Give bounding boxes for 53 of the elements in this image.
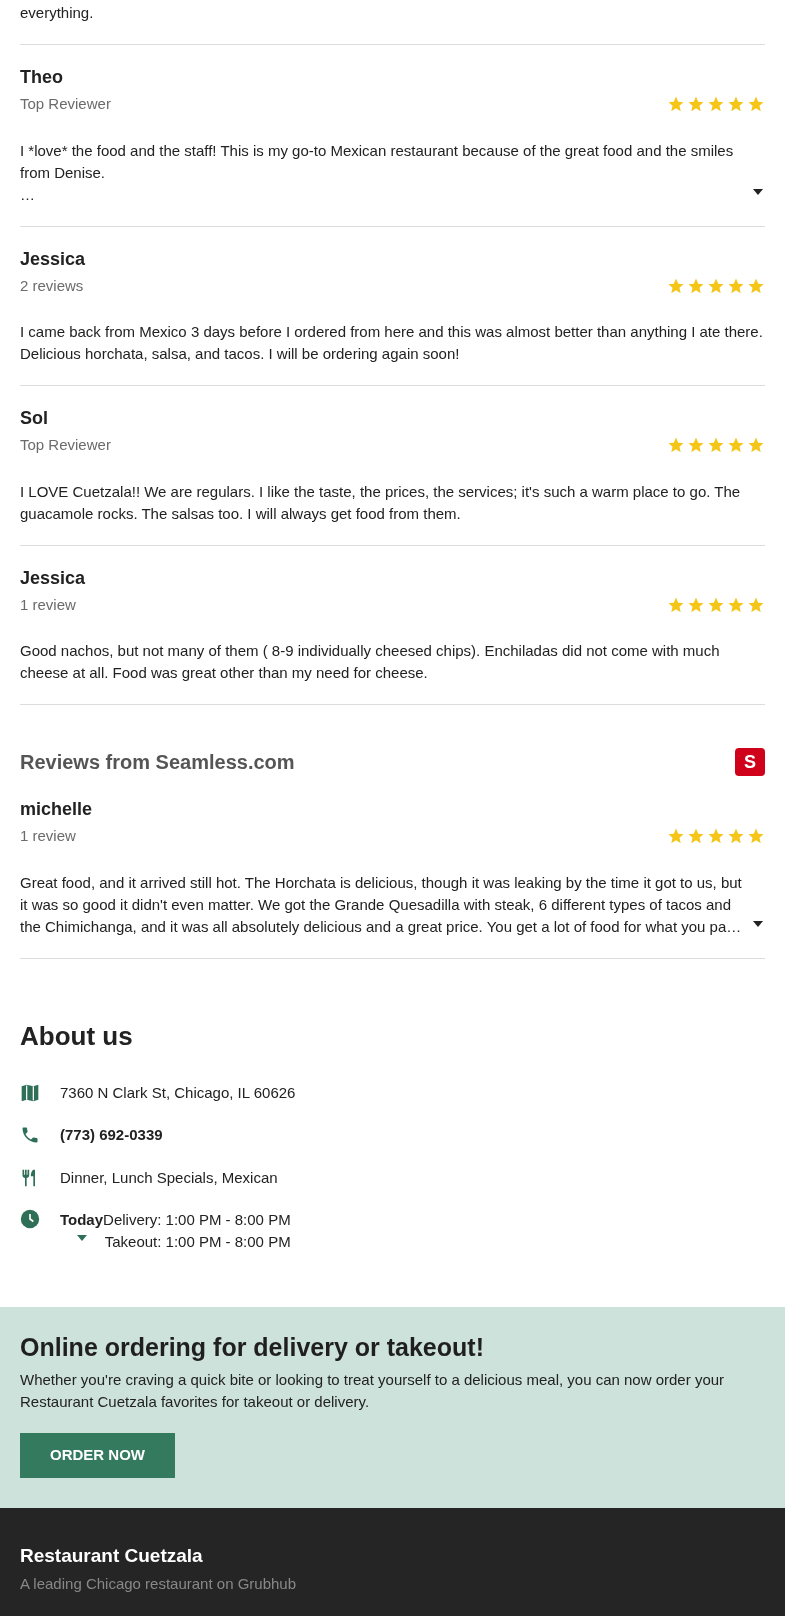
expand-button[interactable] [751,918,765,929]
review-text: I *love* the food and the staff! This is my go-to Mexican restaurant because of the great food and the smiles from Denise. [20,140,735,183]
hours-day: Today [60,1209,104,1231]
star-icon [667,827,685,846]
reviewer-name: Sol [20,407,49,430]
star-icon [727,827,745,846]
expand-button[interactable] [751,186,765,197]
star-icon [687,436,705,455]
reviewer-subtitle: 1 review [20,826,76,846]
star-icon [727,95,745,114]
promo-text: Whether you're craving a quick bite or looking to treat yourself to a delicious meal, you can now order your Restaurant Cuetzala favorites for takeout or delivery. [20,1370,726,1412]
caret-icon [76,1235,87,1241]
footer-title: Restaurant Cuetzala [20,1544,204,1568]
reviewer-name: Jessica [20,247,87,271]
review-text: Good nachos, but not many of them ( 8-9 individually cheesed chips). Enchiladas did not come with much cheese at all. Food was great other than my need for cheese. [20,641,721,683]
review-text: everything. [20,3,95,23]
reviewer-name: Jessica [20,566,87,590]
star-icon [667,95,685,114]
about-heading: About us [20,1019,134,1053]
ellipsis: … [20,184,36,205]
star-icon [687,827,705,846]
star-icon [687,95,705,114]
star-icon [747,436,765,455]
star-icon [747,95,765,114]
clock-icon [20,1209,40,1229]
reviewer-subtitle: Top Reviewer [20,94,111,114]
star-icon [707,436,725,455]
caret-icon [753,920,763,927]
review-text: I LOVE Cuetzala!! We are regulars. I like the taste, the prices, the services; it's such a warm place to go. The guacamole rocks. The salsas too. I will always get food from them. [20,481,742,524]
reviewer-subtitle: Top Reviewer [20,435,111,455]
star-icon [667,436,685,455]
hours-line: Takeout: 1:00 PM - 8:00 PM [104,1232,291,1252]
promo-heading: Online ordering for delivery or takeout! [20,1332,485,1363]
phone-link[interactable]: (773) 692-0339 [60,1124,163,1147]
seamless-logo: S [735,748,765,776]
review-text: I came back from Mexico 3 days before I ordered from here and this was almost better than anything I ate there. Delicious horchata, salsa, and tacos. I will be ordering again soon! [20,322,764,364]
star-icon [727,436,745,455]
reviewer-name: Theo [20,66,64,89]
star-icon [707,827,725,846]
about-text: 7360 N Clark St, Chicago, IL 60626 [60,1082,296,1103]
reviewer-subtitle: 2 reviews [20,275,84,296]
section-heading: Reviews from Seamless.com [20,750,295,775]
caret-icon [753,188,763,195]
about-text: Dinner, Lunch Specials, Mexican [60,1167,278,1188]
reviewer-name: michelle [20,798,94,821]
map-icon [20,1082,40,1103]
star-icon [707,95,725,114]
review-text: Great food, and it arrived still hot. The Horchata is delicious, though it was leaking by the time it got to us, but it was so good it didn't even matter. We got the Grande Quesadilla with steak, 6 different types of tacos and the Chimichanga, and it was all absolutely delicious and a great price. You get a lot of food for what you pa… [20,872,743,937]
footer-subtitle: A leading Chicago restaurant on Grubhub [20,1573,298,1594]
reviewer-subtitle: 1 review [20,594,76,615]
order-now-button[interactable]: ORDER NOW [20,1433,175,1478]
hours-line: Delivery: 1:00 PM - 8:00 PM [103,1210,291,1230]
star-icon [747,827,765,846]
